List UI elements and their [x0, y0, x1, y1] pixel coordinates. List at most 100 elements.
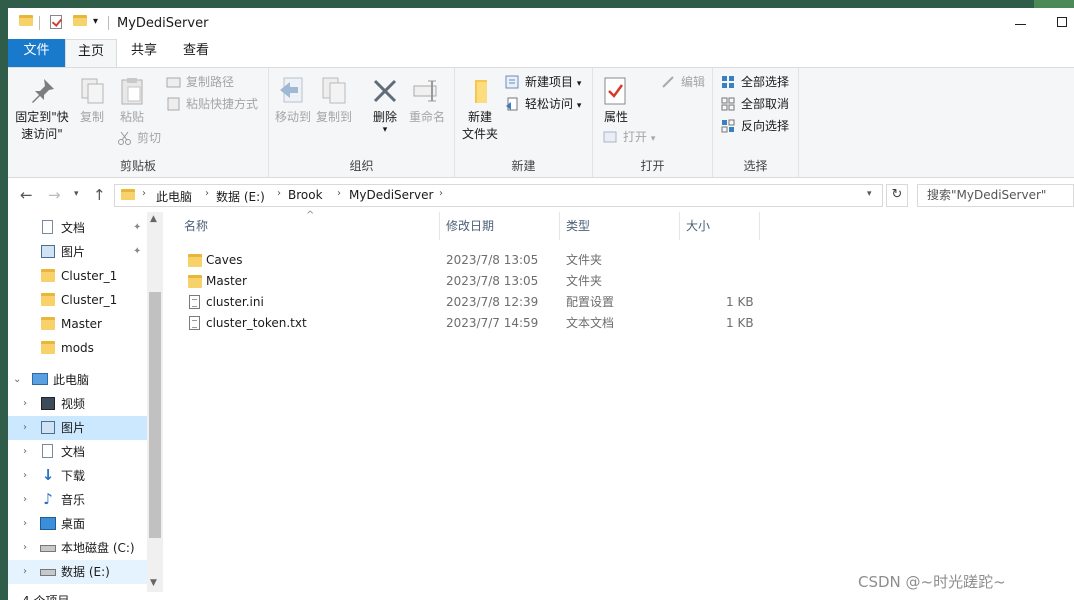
chevron-right-icon[interactable]: › [277, 188, 281, 199]
expand-chevron-icon[interactable]: › [23, 416, 27, 440]
folder-icon [41, 293, 55, 306]
chevron-down-icon[interactable]: ▾ [867, 189, 872, 199]
tab-home[interactable]: 主页 [65, 39, 117, 68]
delete-button[interactable]: 删除 ▾ [368, 76, 402, 135]
nav-item-documents-quick[interactable]: 文档 ✦ [8, 216, 147, 240]
scrollbar-thumb[interactable] [149, 292, 161, 538]
paste-shortcut-icon [166, 97, 181, 111]
forward-arrow-icon[interactable]: → [48, 186, 61, 204]
column-header-size[interactable]: 大小 [680, 212, 760, 240]
edit-button[interactable]: 编辑 [661, 72, 705, 92]
address-bar[interactable]: › 此电脑 › 数据 (E:) › Brook › MyDediServer ›… [114, 184, 883, 207]
recent-locations-chevron-icon[interactable]: ▾ [74, 189, 79, 199]
up-arrow-icon[interactable]: ↑ [93, 186, 106, 204]
pin-icon[interactable]: ✦ [133, 216, 141, 240]
back-arrow-icon[interactable]: ← [20, 186, 33, 204]
expand-chevron-icon[interactable]: › [23, 464, 27, 488]
tab-view[interactable]: 查看 [171, 39, 221, 67]
file-row-caves[interactable]: Caves 2023/7/8 13:05 文件夹 [186, 250, 776, 271]
folder-icon [121, 189, 135, 200]
nav-item-pictures[interactable]: › 图片 [8, 416, 147, 440]
scroll-down-icon[interactable]: ▼ [150, 578, 157, 588]
expand-chevron-icon[interactable]: › [23, 512, 27, 536]
pin-quick-access-button[interactable]: 固定到"快 速访问" [12, 76, 72, 143]
properties-icon [601, 76, 631, 106]
cut-button[interactable]: 剪切 [117, 128, 161, 148]
folder-icon[interactable] [19, 15, 33, 26]
nav-item-desktop[interactable]: › 桌面 [8, 512, 147, 536]
breadcrumb-brook[interactable]: Brook [288, 188, 323, 202]
chevron-right-icon[interactable]: › [337, 188, 341, 199]
expand-chevron-icon[interactable]: ⌄ [13, 368, 21, 392]
select-all-button[interactable]: 全部选择 [721, 72, 789, 92]
expand-chevron-icon[interactable]: › [23, 488, 27, 512]
expand-chevron-icon[interactable]: › [23, 392, 27, 416]
copy-button[interactable]: 复制 [74, 76, 110, 126]
file-list: ^ 名称 修改日期 类型 大小 Caves 2023/7/8 13:05 文件夹… [178, 210, 1074, 592]
paste-button[interactable]: 粘贴 [114, 76, 150, 126]
breadcrumb-drive-e[interactable]: 数据 (E:) [216, 188, 265, 205]
nav-item-pictures-quick[interactable]: 图片 ✦ [8, 240, 147, 264]
breadcrumb-this-pc[interactable]: 此电脑 [156, 188, 192, 205]
file-row-master[interactable]: Master 2023/7/8 13:05 文件夹 [186, 271, 776, 292]
select-none-button[interactable]: 全部取消 [721, 94, 789, 114]
nav-item-cluster-1[interactable]: Cluster_1 [8, 288, 147, 312]
expand-chevron-icon[interactable]: › [23, 440, 27, 464]
nav-item-downloads[interactable]: › ↓ 下载 [8, 464, 147, 488]
column-header-name[interactable]: 名称 [178, 212, 440, 240]
chevron-down-icon[interactable]: ▾ [93, 16, 98, 27]
new-folder-button[interactable]: 新建 文件夹 [460, 76, 500, 143]
minimize-button[interactable] [1015, 16, 1027, 28]
file-name: cluster.ini [206, 295, 264, 309]
nav-item-master[interactable]: Master [8, 312, 147, 336]
chevron-right-icon[interactable]: › [205, 188, 209, 199]
search-input[interactable]: 搜索"MyDediServer" [917, 184, 1074, 207]
move-to-button[interactable]: 移动到 [274, 76, 312, 126]
expand-chevron-icon[interactable]: › [23, 536, 27, 560]
file-type: 文件夹 [566, 253, 603, 267]
nav-pane-scrollbar[interactable]: ▲ ▼ [147, 212, 163, 592]
nav-item-label: mods [61, 341, 94, 355]
scroll-up-icon[interactable]: ▲ [150, 214, 157, 224]
breadcrumb-mydediserver[interactable]: MyDediServer [349, 188, 433, 202]
pin-icon[interactable]: ✦ [133, 240, 141, 264]
tab-share[interactable]: 共享 [119, 39, 169, 67]
new-folder-quick-icon[interactable] [73, 15, 87, 26]
nav-item-data-e[interactable]: › 数据 (E:) [8, 560, 147, 584]
column-header-type[interactable]: 类型 [560, 212, 680, 240]
refresh-icon[interactable]: ↻ [886, 184, 908, 207]
maximize-button[interactable] [1057, 17, 1067, 27]
nav-item-music[interactable]: › ♪ 音乐 [8, 488, 147, 512]
copy-path-button[interactable]: 复制路径 [166, 72, 234, 92]
column-header-modified[interactable]: 修改日期 [440, 212, 560, 240]
properties-quick-icon[interactable] [50, 15, 62, 29]
divider [39, 16, 40, 30]
copy-to-button[interactable]: 复制到 [315, 76, 353, 126]
new-item-button[interactable]: 新建项目 ▾ [505, 72, 581, 92]
easy-access-button[interactable]: 轻松访问 ▾ [505, 94, 581, 114]
invert-selection-button[interactable]: 反向选择 [721, 116, 789, 136]
paste-shortcut-label: 粘贴快捷方式 [186, 97, 259, 111]
expand-chevron-icon[interactable]: › [23, 560, 27, 584]
chevron-right-icon[interactable]: › [142, 188, 146, 199]
chevron-right-icon[interactable]: › [439, 188, 443, 199]
open-button[interactable]: 打开 ▾ [603, 127, 655, 147]
new-group-label: 新建 [511, 159, 536, 173]
nav-item-documents[interactable]: › 文档 [8, 440, 147, 464]
cut-label: 剪切 [137, 131, 162, 145]
invert-selection-label: 反向选择 [741, 119, 790, 133]
nav-item-videos[interactable]: › 视频 [8, 392, 147, 416]
file-row-cluster-ini[interactable]: cluster.ini 2023/7/8 12:39 配置设置 1 KB [186, 292, 776, 313]
nav-item-local-disk-c[interactable]: › 本地磁盘 (C:) [8, 536, 147, 560]
nav-item-this-pc[interactable]: ⌄ 此电脑 [8, 368, 147, 392]
nav-item-cluster-1[interactable]: Cluster_1 [8, 264, 147, 288]
rename-button[interactable]: 重命名 [407, 76, 447, 126]
paste-shortcut-button[interactable]: 粘贴快捷方式 [166, 94, 258, 114]
nav-item-label: 视频 [61, 397, 86, 411]
nav-item-mods[interactable]: mods [8, 336, 147, 360]
file-row-cluster-token[interactable]: cluster_token.txt 2023/7/7 14:59 文本文档 1 … [186, 313, 776, 334]
drive-icon [40, 545, 56, 552]
tab-file[interactable]: 文件 [8, 39, 65, 67]
properties-button[interactable]: 属性 [599, 76, 633, 126]
picture-icon [41, 245, 55, 258]
